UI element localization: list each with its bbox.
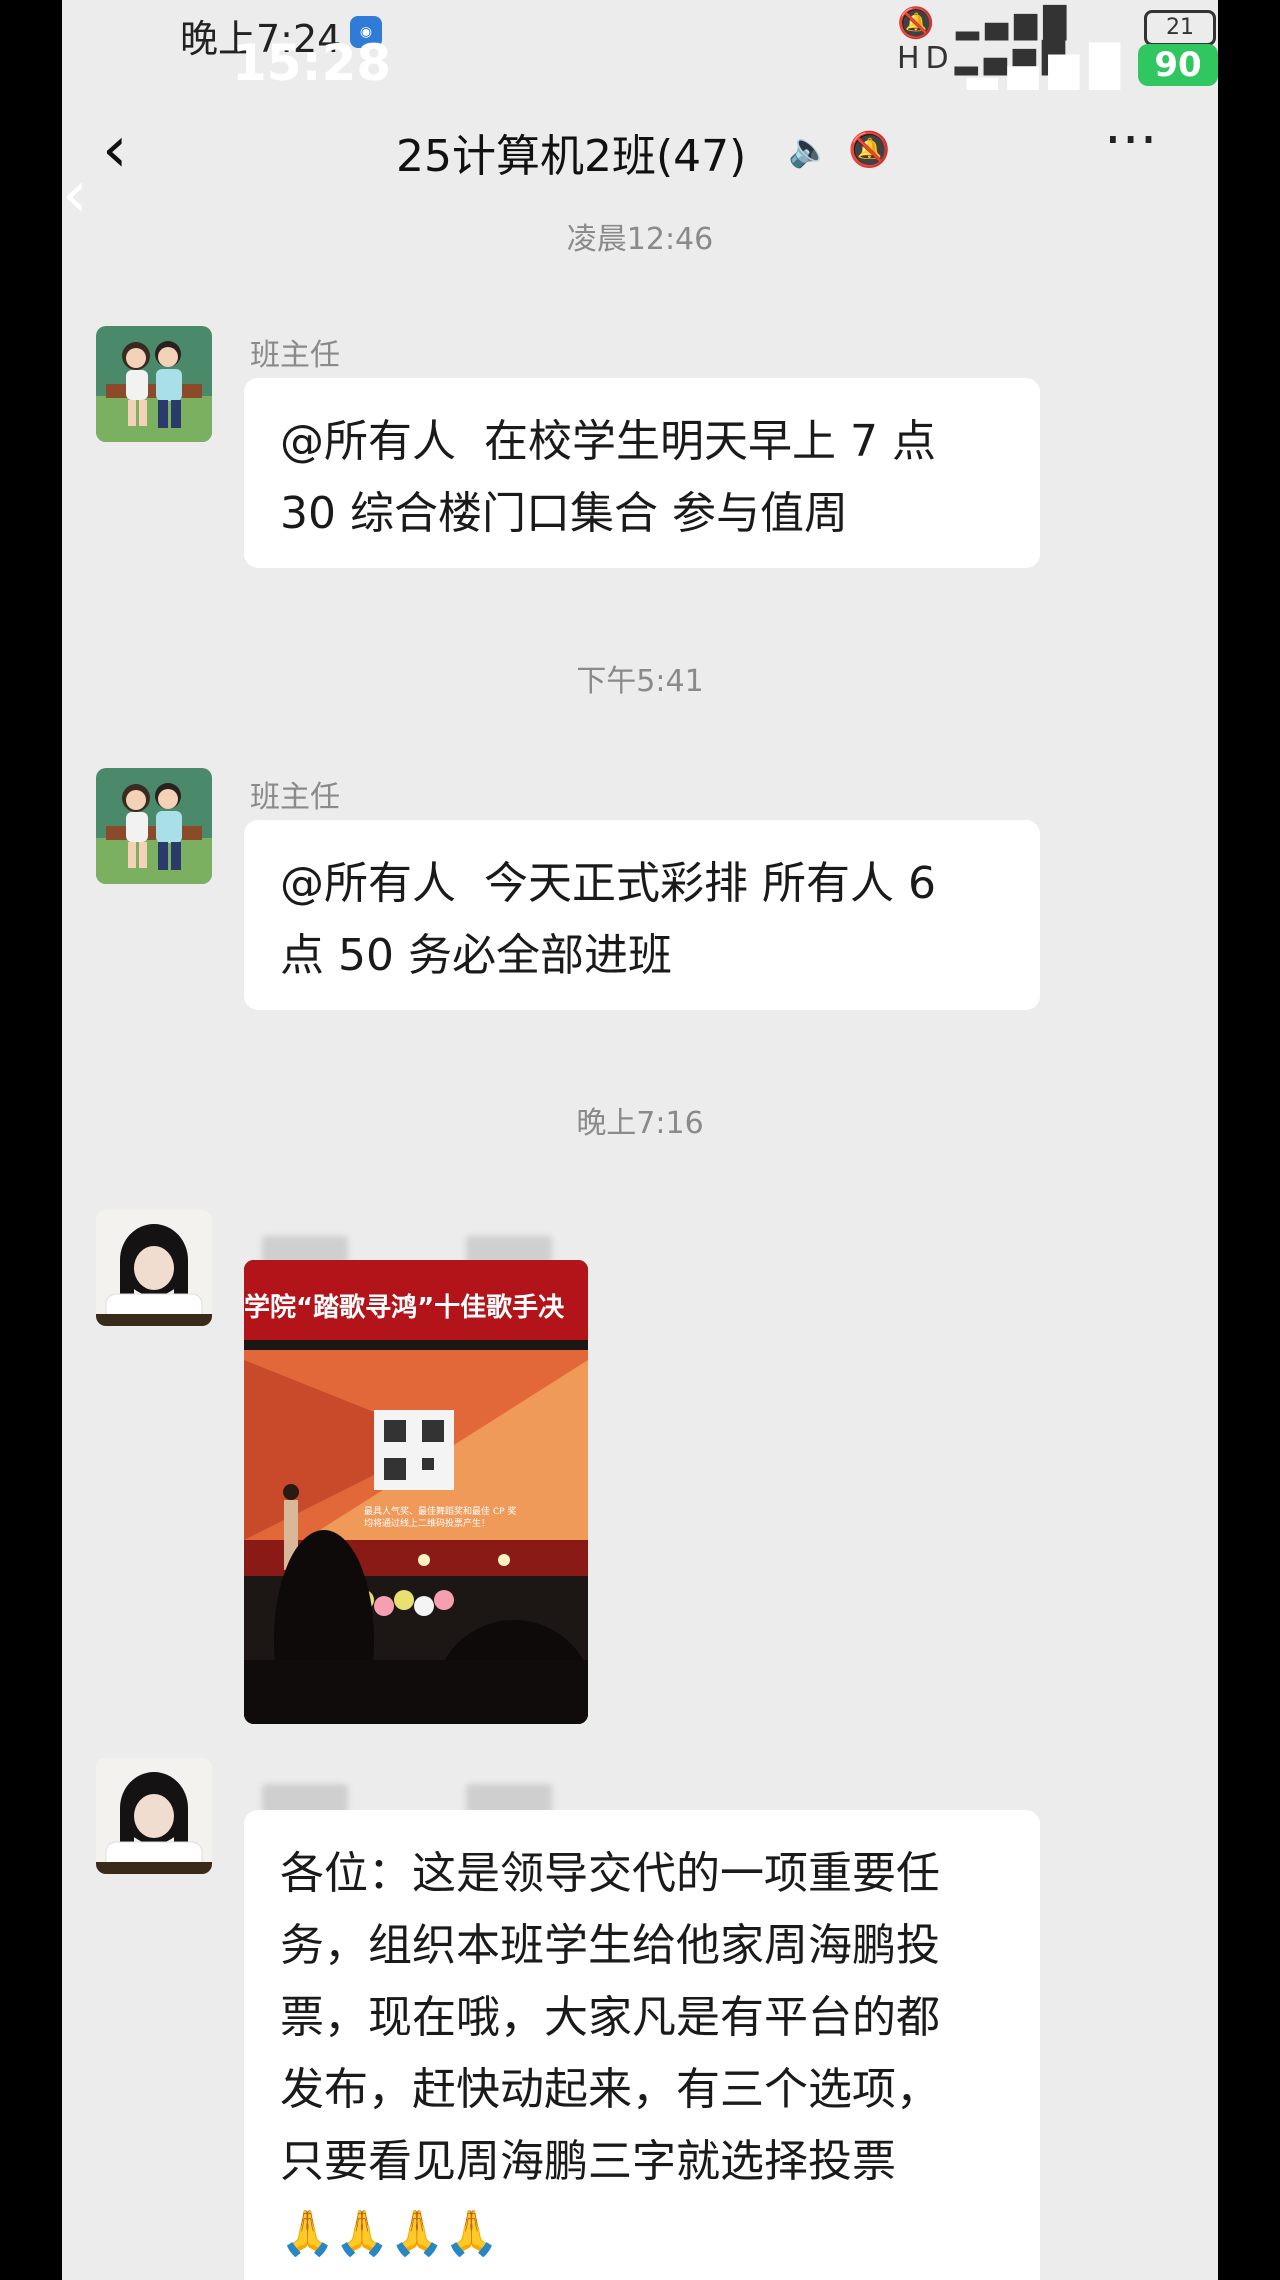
chat-screen: 晚上7:24 ◉ 🔕 ▂▄▆█ HD▂▄▆█ ≋ 21 15:28 ▂▄▆█ ≋…: [62, 0, 1218, 2280]
mute-icons: 🔈🔕: [788, 130, 909, 170]
sender-name: 班主任: [250, 780, 340, 815]
message-timestamp: 下午5:41: [576, 664, 704, 699]
back-button[interactable]: ‹: [102, 110, 162, 190]
message-bubble[interactable]: @所有人 今天正式彩排 所有人 6 点 50 务必全部进班: [244, 820, 1040, 1010]
avatar[interactable]: [96, 326, 212, 442]
more-options-icon[interactable]: ···: [1104, 108, 1157, 173]
avatar[interactable]: [96, 768, 212, 884]
battery-behind-icon: 21: [1144, 10, 1216, 46]
sender-name: 班主任: [250, 338, 340, 373]
status-time-front: 15:28: [232, 34, 392, 92]
avatar[interactable]: [96, 1210, 212, 1326]
message-bubble[interactable]: 各位：这是领导交代的一项重要任 务，组织本班学生给他家周海鹏投 票，现在哦，大家…: [244, 1810, 1040, 2280]
group-title[interactable]: 25计算机2班(47): [396, 120, 746, 184]
chat-header: ‹ 25计算机2班(47) 🔈🔕 ···: [62, 108, 1218, 190]
avatar[interactable]: [96, 1758, 212, 1874]
photo-banner-text: 学院“踏歌寻鸿”十佳歌手决: [244, 1292, 564, 1323]
battery-front-icon: 90: [1138, 44, 1218, 86]
message-timestamp: 晚上7:16: [576, 1106, 704, 1141]
message-timestamp: 凌晨12:46: [566, 222, 714, 257]
message-bubble[interactable]: @所有人 在校学生明天早上 7 点 30 综合楼门口集合 参与值周: [244, 378, 1040, 568]
shared-photo[interactable]: 学院“踏歌寻鸿”十佳歌手决 最具人气奖、最佳舞蹈奖和最佳 CP 奖均将通过线上二…: [244, 1260, 588, 1724]
